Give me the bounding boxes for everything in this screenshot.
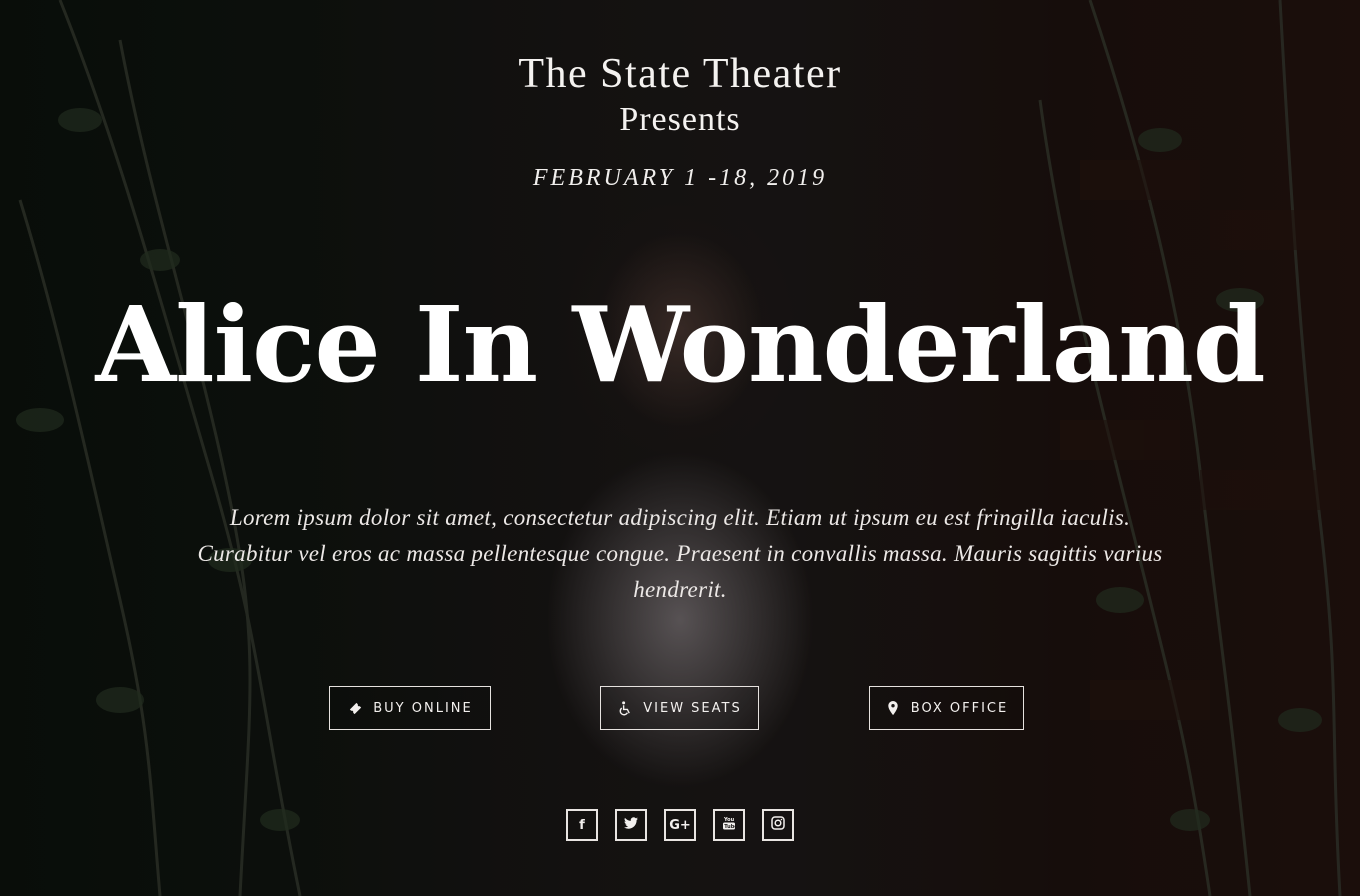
twitter-link[interactable] bbox=[615, 809, 647, 841]
youtube-icon: YouTube bbox=[723, 816, 738, 834]
map-marker-icon bbox=[885, 700, 901, 716]
svg-text:You: You bbox=[723, 817, 735, 823]
google-plus-link[interactable]: G+ bbox=[664, 809, 696, 841]
twitter-icon bbox=[624, 817, 638, 833]
box-office-label: BOX OFFICE bbox=[910, 700, 1009, 716]
svg-text:Tube: Tube bbox=[724, 824, 735, 830]
youtube-link[interactable]: YouTube bbox=[713, 809, 745, 841]
instagram-icon bbox=[771, 816, 785, 834]
theater-name: The State Theater bbox=[518, 51, 842, 97]
ticket-icon bbox=[347, 700, 363, 716]
show-title: Alice In Wonderland bbox=[95, 283, 1265, 406]
facebook-link[interactable]: f bbox=[566, 809, 598, 841]
social-links: f G+ YouTube bbox=[0, 809, 1360, 841]
facebook-icon: f bbox=[579, 817, 585, 833]
box-office-button[interactable]: BOX OFFICE bbox=[869, 686, 1024, 730]
buy-online-label: BUY ONLINE bbox=[373, 700, 473, 716]
hero-content: The State Theater Presents FEBRUARY 1 -1… bbox=[0, 0, 1360, 896]
wheelchair-icon bbox=[617, 700, 633, 716]
show-dates: FEBRUARY 1 -18, 2019 bbox=[532, 165, 828, 191]
view-seats-button[interactable]: VIEW SEATS bbox=[600, 686, 759, 730]
show-description: Lorem ipsum dolor sit amet, consectetur … bbox=[197, 505, 1163, 602]
instagram-link[interactable] bbox=[762, 809, 794, 841]
google-plus-icon: G+ bbox=[669, 817, 691, 833]
buy-online-button[interactable]: BUY ONLINE bbox=[329, 686, 491, 730]
presents-label: Presents bbox=[619, 101, 741, 138]
view-seats-label: VIEW SEATS bbox=[643, 700, 742, 716]
